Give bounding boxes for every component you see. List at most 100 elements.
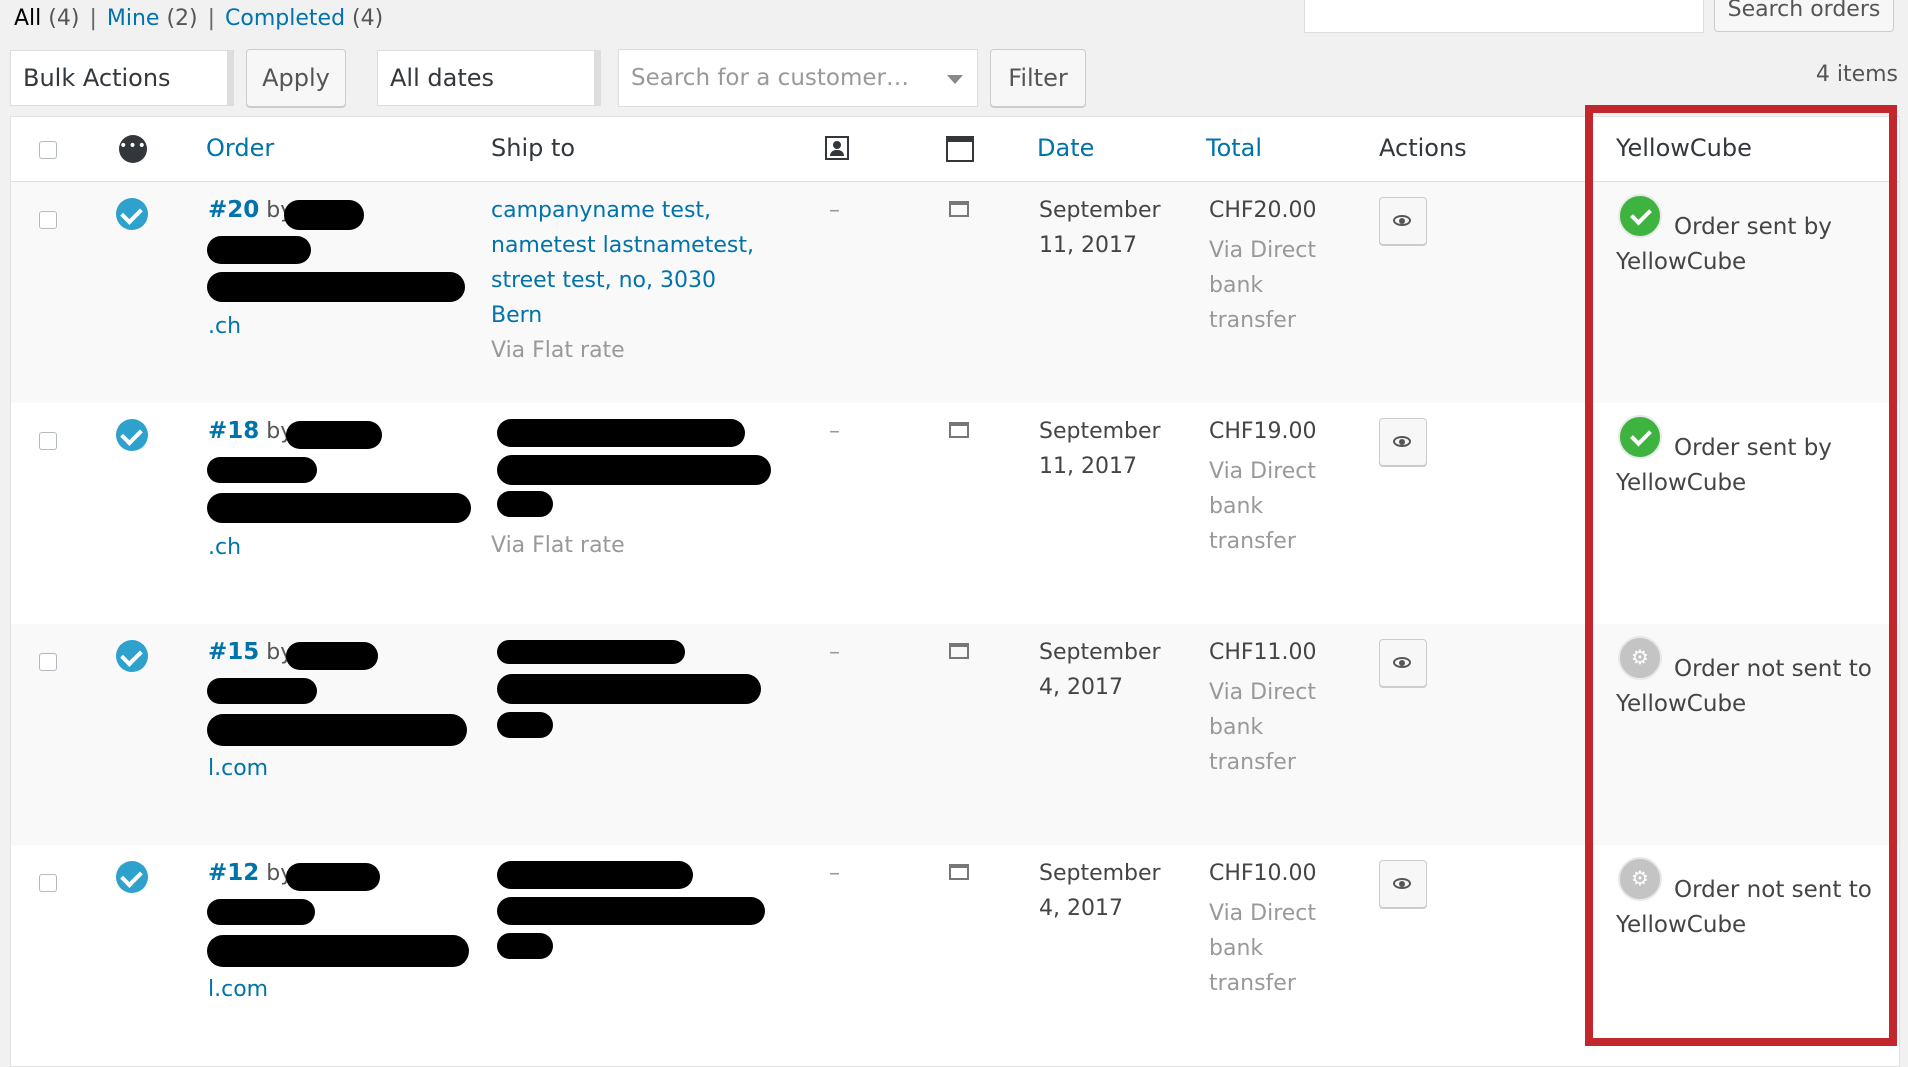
payment-method: Via Direct	[1209, 901, 1317, 926]
order-email-tail[interactable]: .ch	[208, 530, 241, 565]
customer-search-placeholder: Search for a customer…	[631, 65, 909, 91]
redacted-email	[207, 272, 465, 302]
column-ship-to: Ship to	[491, 134, 576, 162]
date-line: 11, 2017	[1039, 233, 1137, 258]
view-order-button[interactable]	[1379, 197, 1427, 245]
view-order-button[interactable]	[1379, 418, 1427, 466]
redacted-address	[497, 712, 553, 738]
payment-method: transfer	[1209, 308, 1296, 333]
column-date[interactable]: Date	[1037, 134, 1094, 162]
bulk-actions-value: Bulk Actions	[23, 64, 171, 92]
redacted-email	[207, 493, 471, 523]
order-total: CHF11.00 Via Direct bank transfer	[1209, 635, 1317, 780]
note-icon	[949, 864, 969, 880]
payment-method: bank	[1209, 936, 1264, 961]
date-line: September	[1039, 640, 1161, 665]
view-order-button[interactable]	[1379, 639, 1427, 687]
dates-select[interactable]: All dates	[377, 50, 601, 106]
date-line: September	[1039, 419, 1161, 444]
note-icon	[949, 201, 969, 217]
order-date: September 11, 2017	[1039, 193, 1161, 263]
filter-completed-label: Completed	[225, 6, 346, 31]
ship-line: nametest lastnametest,	[491, 233, 754, 258]
filter-mine-link[interactable]: Mine (2)	[107, 6, 198, 31]
ship-to-address[interactable]: campanyname test, nametest lastnametest,…	[491, 193, 754, 333]
yellowcube-status-line1: Order not sent to	[1674, 656, 1872, 682]
yellowcube-status-line1: Order not sent to	[1674, 877, 1872, 903]
yellowcube-sent-icon	[1618, 194, 1662, 238]
filter-all-count: (4)	[48, 6, 80, 31]
order-number-link[interactable]: #18	[208, 418, 259, 444]
billing-address-icon[interactable]	[825, 136, 849, 160]
shipping-address-icon[interactable]	[946, 136, 974, 162]
yellowcube-not-sent-icon: ⚙	[1618, 857, 1662, 901]
view-order-button[interactable]	[1379, 860, 1427, 908]
payment-method: transfer	[1209, 750, 1296, 775]
yellowcube-status-line2: YellowCube	[1616, 912, 1747, 938]
total-amount: CHF10.00	[1209, 861, 1317, 886]
billing-empty: –	[829, 861, 840, 886]
order-number-link[interactable]: #12	[208, 860, 259, 886]
eye-icon	[1393, 878, 1411, 889]
row-checkbox[interactable]	[39, 874, 57, 892]
payment-method: Via Direct	[1209, 680, 1317, 705]
column-total[interactable]: Total	[1206, 134, 1262, 162]
row-checkbox[interactable]	[39, 432, 57, 450]
redacted-address	[497, 897, 765, 925]
column-actions: Actions	[1379, 134, 1467, 162]
order-number-link[interactable]: #20	[208, 197, 259, 223]
table-row: #18 by .ch Via Flat rate – September 11,…	[11, 403, 1899, 624]
customer-search-select[interactable]: Search for a customer…	[618, 49, 978, 107]
date-line: 4, 2017	[1039, 896, 1123, 921]
date-line: 11, 2017	[1039, 454, 1137, 479]
search-orders-button[interactable]: Search orders	[1714, 0, 1894, 32]
order-email-tail[interactable]: .ch	[208, 309, 241, 344]
order-total: CHF10.00 Via Direct bank transfer	[1209, 856, 1317, 1001]
redacted-address	[497, 491, 553, 517]
ship-line: street test, no, 3030	[491, 268, 716, 293]
billing-empty: –	[829, 198, 840, 223]
order-email-tail[interactable]: l.com	[208, 751, 268, 786]
order-date: September 4, 2017	[1039, 856, 1161, 926]
bulk-actions-select[interactable]: Bulk Actions	[10, 50, 234, 106]
row-checkbox[interactable]	[39, 653, 57, 671]
table-header: ••• Order Ship to Date Total Actions Yel…	[11, 117, 1899, 182]
order-email-tail[interactable]: l.com	[208, 972, 268, 1007]
redacted-email	[207, 714, 467, 746]
total-amount: CHF20.00	[1209, 198, 1317, 223]
status-dots-icon: •••	[119, 135, 147, 163]
order-date: September 4, 2017	[1039, 635, 1161, 705]
order-total: CHF19.00 Via Direct bank transfer	[1209, 414, 1317, 559]
filter-button[interactable]: Filter	[990, 49, 1086, 107]
order-number-link[interactable]: #15	[208, 639, 259, 665]
yellowcube-status-line2: YellowCube	[1616, 249, 1747, 275]
redacted-name	[286, 863, 380, 891]
redacted-address	[497, 674, 761, 704]
redacted-name	[207, 899, 315, 925]
payment-method: bank	[1209, 494, 1264, 519]
note-icon	[949, 643, 969, 659]
check-circle-icon	[116, 861, 148, 893]
check-circle-icon	[116, 198, 148, 230]
yellowcube-not-sent-icon: ⚙	[1618, 636, 1662, 680]
apply-button[interactable]: Apply	[246, 49, 346, 107]
payment-method: Via Direct	[1209, 238, 1317, 263]
total-amount: CHF11.00	[1209, 640, 1317, 665]
column-order[interactable]: Order	[206, 134, 274, 162]
search-orders-input[interactable]	[1304, 0, 1704, 33]
filter-all-label: All	[14, 6, 42, 31]
separator: |	[89, 6, 97, 31]
yellowcube-status-line1: Order sent by	[1674, 435, 1832, 461]
dropdown-arrow-icon	[594, 51, 600, 105]
redacted-name	[286, 421, 382, 449]
filter-all-link[interactable]: All (4)	[14, 6, 79, 31]
filter-completed-link[interactable]: Completed (4)	[225, 6, 383, 31]
select-all-checkbox[interactable]	[39, 141, 57, 159]
filter-mine-label: Mine	[106, 6, 160, 31]
redacted-address	[497, 933, 553, 959]
payment-method: transfer	[1209, 529, 1296, 554]
eye-icon	[1393, 215, 1411, 226]
row-checkbox[interactable]	[39, 211, 57, 229]
redacted-address	[497, 861, 693, 889]
date-line: September	[1039, 861, 1161, 886]
